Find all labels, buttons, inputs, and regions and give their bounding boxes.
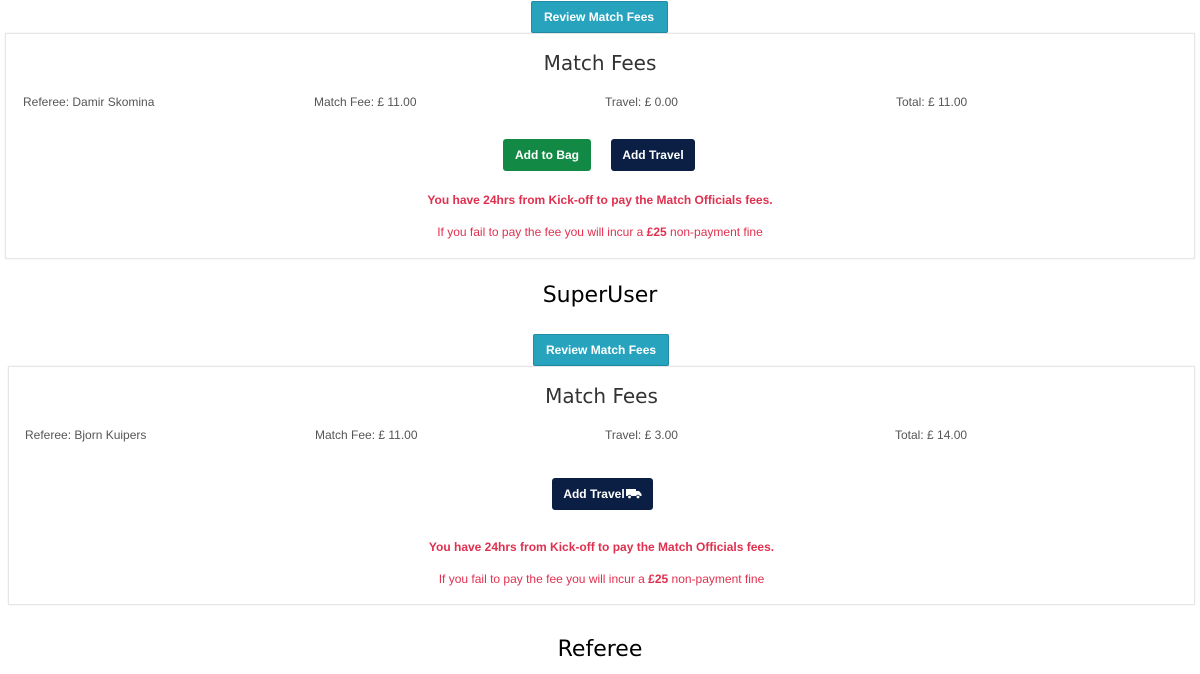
travel-amount: Travel: £ 0.00 <box>605 95 678 109</box>
van-icon <box>625 479 642 511</box>
total-amount: Total: £ 14.00 <box>895 428 968 442</box>
match-fee-amount: Match Fee: £ 11.00 <box>315 428 418 442</box>
role-caption-superuser: SuperUser <box>542 283 658 308</box>
match-fee-amount: Match Fee: £ 11.00 <box>314 95 417 109</box>
add-travel-button[interactable]: Add Travel <box>552 478 653 510</box>
non-payment-fine-notice: If you fail to pay the fee you will incu… <box>438 572 765 586</box>
role-caption-referee: Referee <box>557 637 643 662</box>
non-payment-fine-notice: If you fail to pay the fee you will incu… <box>437 225 763 239</box>
card-title: Match Fees <box>543 51 657 75</box>
review-match-fees-button[interactable]: Review Match Fees <box>533 334 669 366</box>
match-fees-card: Match Fees Referee: Bjorn Kuipers Match … <box>8 366 1195 605</box>
add-to-bag-button[interactable]: Add to Bag <box>503 139 591 171</box>
card-title: Match Fees <box>545 384 658 408</box>
fine-amount: £25 <box>646 225 667 239</box>
travel-amount: Travel: £ 3.00 <box>605 428 678 442</box>
add-travel-button[interactable]: Add Travel <box>611 139 695 171</box>
total-amount: Total: £ 11.00 <box>896 95 968 109</box>
add-travel-label: Add Travel <box>563 487 625 501</box>
payment-deadline-warning: You have 24hrs from Kick-off to pay the … <box>427 193 773 207</box>
match-fees-card: Match Fees Referee: Damir Skomina Match … <box>5 33 1195 259</box>
fine-amount: £25 <box>648 572 669 586</box>
payment-deadline-warning: You have 24hrs from Kick-off to pay the … <box>428 540 775 554</box>
referee-name: Referee: Damir Skomina <box>23 95 155 109</box>
referee-name: Referee: Bjorn Kuipers <box>25 428 147 442</box>
review-match-fees-button[interactable]: Review Match Fees <box>531 1 668 33</box>
